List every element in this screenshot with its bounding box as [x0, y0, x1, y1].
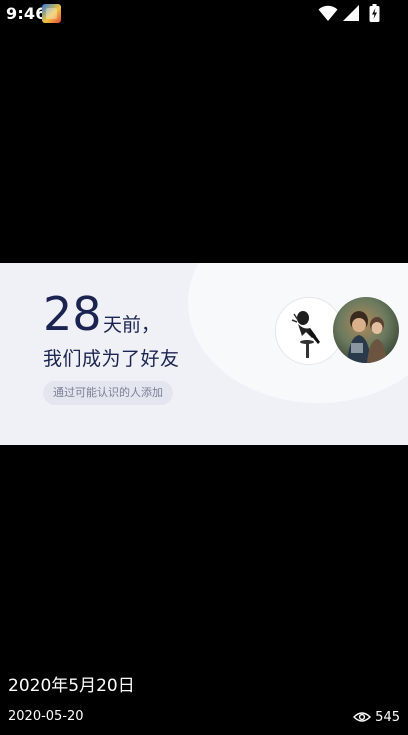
- friend-line: 我们成为了好友: [43, 348, 180, 370]
- wifi-icon: [318, 5, 338, 21]
- status-time: 9:46: [6, 4, 47, 23]
- source-chip: 通过可能认识的人添加: [43, 381, 173, 405]
- eye-icon: [353, 712, 372, 722]
- days-suffix: 天前，: [103, 314, 161, 336]
- screen: 9:46 28 天前， 我们成为了好友 通过可能认识的人添加 2020年5月20…: [0, 0, 408, 735]
- app-notification-icon: [42, 4, 61, 23]
- days-number: 28: [43, 287, 102, 341]
- signal-icon: [343, 5, 359, 21]
- friendship-memory-card[interactable]: 28 天前， 我们成为了好友 通过可能认识的人添加: [0, 263, 408, 445]
- avatar-right: [333, 297, 399, 363]
- post-title: 2020年5月20日: [8, 676, 135, 696]
- post-date: 2020-05-20: [8, 709, 84, 724]
- avatar-right-illustration: [347, 311, 387, 363]
- battery-icon: [369, 4, 380, 22]
- view-count-value: 545: [375, 709, 400, 725]
- view-count: 545: [353, 708, 400, 726]
- status-bar: 9:46: [0, 0, 408, 28]
